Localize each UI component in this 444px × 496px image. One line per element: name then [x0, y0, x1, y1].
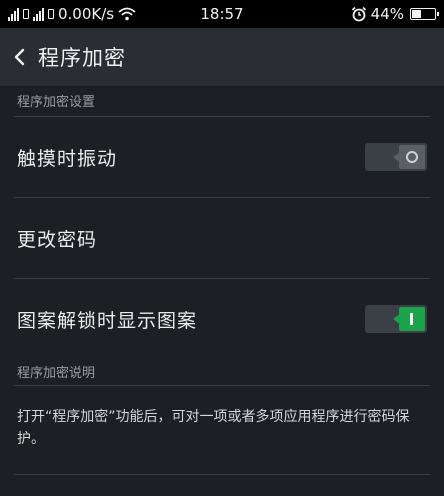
signal-icon: [33, 7, 44, 21]
alarm-icon: [351, 6, 366, 22]
section-label-description: 程序加密说明: [17, 366, 96, 381]
status-left: 0.00K/s: [8, 5, 136, 23]
vibrate-toggle[interactable]: [365, 143, 427, 171]
section-label-settings: 程序加密设置: [17, 95, 96, 110]
description-text: 打开“程序加密”功能后，可对一项或者多项应用程序进行密码保护。: [17, 409, 410, 447]
chevron-left-icon: [14, 48, 25, 66]
back-button[interactable]: [2, 28, 38, 86]
setting-label-change-password: 更改密码: [17, 228, 98, 251]
sim-icon: [48, 9, 54, 19]
wifi-icon: [118, 7, 136, 21]
status-bar: 0.00K/s 18:57 44%: [0, 0, 444, 28]
setting-label-vibrate: 触摸时振动: [17, 147, 118, 170]
app-header: 程序加密: [0, 28, 444, 86]
signal-icon: [8, 7, 19, 21]
page-title: 程序加密: [38, 46, 126, 70]
battery-icon: [410, 8, 439, 20]
setting-row-vibrate[interactable]: 触摸时振动: [0, 117, 444, 197]
setting-label-show-pattern: 图案解锁时显示图案: [17, 309, 198, 332]
divider: [14, 474, 430, 475]
setting-row-show-pattern[interactable]: 图案解锁时显示图案: [0, 279, 444, 359]
settings-content: 程序加密设置 触摸时振动 更改密码 图案解锁时显示图案 程序加密说明 打开“程序…: [0, 86, 444, 496]
setting-row-change-password[interactable]: 更改密码: [0, 198, 444, 278]
sim-icon: [23, 9, 29, 19]
network-speed: 0.00K/s: [58, 5, 115, 23]
status-right: 44%: [351, 5, 439, 23]
battery-percent: 44%: [370, 5, 404, 23]
show-pattern-toggle[interactable]: [365, 305, 427, 333]
